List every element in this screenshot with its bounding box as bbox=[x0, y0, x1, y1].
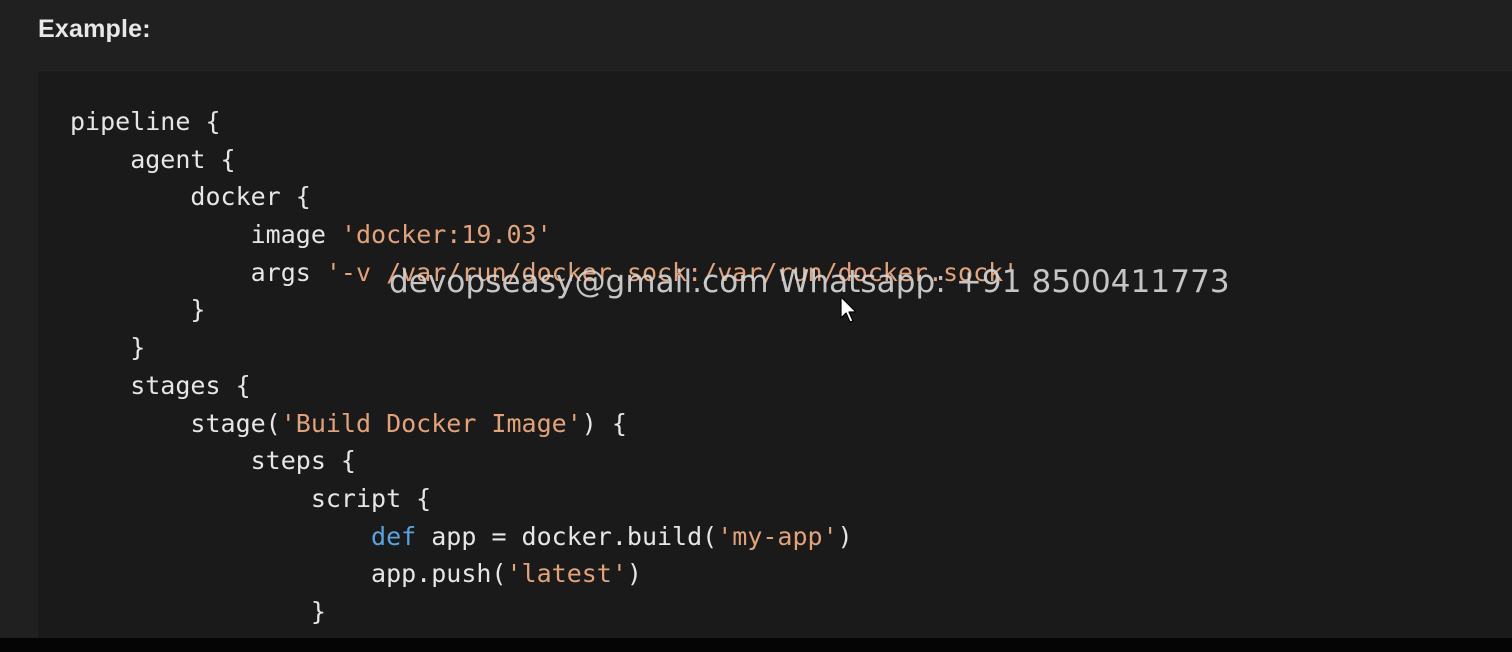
code-text: ) { bbox=[581, 408, 627, 438]
code-line: steps { bbox=[70, 442, 1018, 480]
code-line: agent { bbox=[70, 141, 1018, 179]
code-text: agent { bbox=[70, 144, 236, 174]
code-text: script { bbox=[70, 483, 432, 513]
code-line: image 'docker:19.03' bbox=[70, 216, 1018, 254]
code-listing: pipeline { agent { docker { image 'docke… bbox=[70, 103, 1018, 631]
code-keyword: def bbox=[371, 521, 417, 551]
code-line: } bbox=[70, 593, 1018, 631]
contact-watermark: devopseasy@gmail.com Whatsapp: +91 85004… bbox=[389, 264, 1230, 300]
code-string: 'docker:19.03' bbox=[340, 220, 552, 250]
code-line: def app = docker.build('my-app') bbox=[70, 518, 1018, 556]
mouse-pointer-icon bbox=[840, 296, 857, 323]
code-text: args bbox=[70, 257, 326, 287]
page: Example: pipeline { agent { docker { ima… bbox=[0, 0, 1512, 652]
code-text: docker { bbox=[70, 182, 311, 212]
code-text: stage( bbox=[70, 408, 281, 438]
code-string: 'Build Docker Image' bbox=[280, 408, 582, 438]
code-text: stages { bbox=[70, 370, 251, 400]
code-text: image bbox=[70, 220, 341, 250]
code-line: } bbox=[70, 329, 1018, 367]
code-line: docker { bbox=[70, 178, 1018, 216]
code-text: ) bbox=[626, 559, 642, 589]
code-string: 'my-app' bbox=[717, 521, 838, 551]
code-text: steps { bbox=[70, 446, 356, 476]
code-text: pipeline { bbox=[70, 107, 221, 136]
code-line: app.push('latest') bbox=[70, 555, 1018, 593]
code-string: 'latest' bbox=[506, 559, 627, 589]
code-text: } bbox=[70, 596, 326, 626]
bottom-bar bbox=[0, 638, 1512, 652]
code-line: stage('Build Docker Image') { bbox=[70, 405, 1018, 443]
code-text: ) bbox=[837, 521, 853, 551]
code-line: pipeline { bbox=[70, 103, 1018, 141]
code-line: script { bbox=[70, 480, 1018, 518]
code-line: stages { bbox=[70, 367, 1018, 405]
example-heading: Example: bbox=[38, 15, 151, 43]
code-text: app.push( bbox=[70, 559, 507, 589]
code-text: app = docker.build( bbox=[416, 521, 718, 551]
code-text: } bbox=[70, 295, 206, 325]
code-text: } bbox=[70, 333, 146, 363]
